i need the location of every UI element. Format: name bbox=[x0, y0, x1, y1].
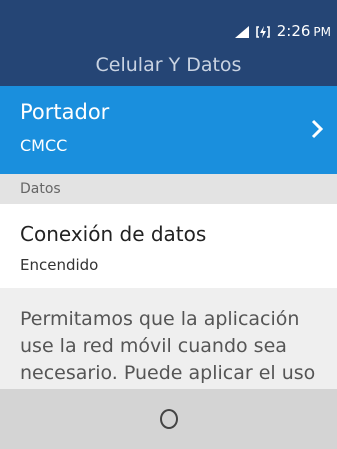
status-time: 2:26 bbox=[276, 22, 311, 40]
status-indicators: 2:26 PM bbox=[234, 22, 331, 41]
status-ampm: PM bbox=[313, 25, 331, 39]
section-header-datos: Datos bbox=[0, 174, 337, 204]
carrier-value: CMCC bbox=[20, 136, 68, 155]
page-title: Celular Y Datos bbox=[0, 44, 337, 86]
status-clock: 2:26 PM bbox=[277, 22, 331, 41]
chevron-right-icon bbox=[311, 119, 323, 139]
carrier-menu-item[interactable]: Portador CMCC bbox=[0, 86, 337, 174]
center-circle-icon[interactable] bbox=[160, 409, 178, 429]
softkey-bar bbox=[0, 389, 337, 449]
data-connection-item[interactable]: Conexión de datos Encendido bbox=[0, 204, 337, 288]
signal-icon bbox=[234, 25, 249, 38]
carrier-label: Portador bbox=[20, 100, 110, 124]
data-connection-value: Encendido bbox=[20, 256, 99, 274]
description-text: Permitamos que la aplicación use la red … bbox=[20, 308, 316, 384]
description-area: Permitamos que la aplicación use la red … bbox=[0, 288, 337, 389]
battery-charging-icon bbox=[255, 25, 270, 38]
status-bar: 2:26 PM bbox=[0, 0, 337, 44]
data-connection-label: Conexión de datos bbox=[20, 222, 207, 246]
